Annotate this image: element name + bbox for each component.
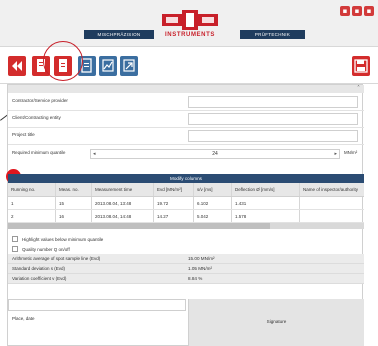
quantile-unit: MN/m² — [344, 150, 358, 155]
col-meas-no[interactable]: Meas. no. — [56, 183, 92, 196]
table-horizontal-scrollbar[interactable] — [8, 223, 364, 229]
brand-logo: INSTRUMENTS — [160, 10, 220, 46]
table-row[interactable]: 1 15 2013.08.04, 13:48 19.72 6.102 1.431 — [8, 197, 364, 210]
minimize-button[interactable]: ▪ — [340, 6, 350, 16]
save-button[interactable] — [352, 56, 370, 76]
panel-collapse-bar[interactable]: ˄ — [8, 85, 364, 93]
logo-text: INSTRUMENTS — [165, 32, 215, 38]
stat-label: Standard deviation s (Evd) — [12, 266, 66, 271]
report-panel: ˄ Contractor/Service provider Client/Con… — [6, 84, 364, 346]
highlight-option[interactable]: Highlight values below minimum quantile — [12, 235, 103, 243]
maximize-button[interactable]: ▪ — [352, 6, 362, 16]
form-row-client: Client/Contracting entity — [8, 111, 364, 128]
signature-box[interactable]: Signature — [188, 299, 364, 346]
collapse-chevron-icon[interactable]: ˄ — [357, 85, 360, 93]
client-input[interactable] — [188, 113, 358, 125]
cell-running-no: 2 — [8, 210, 56, 222]
statistics-block: Arithmetic average of spot sample line (… — [8, 254, 364, 284]
nav-tab-mischprazision[interactable]: MISCHPRÄZISION — [84, 30, 154, 39]
share-icon — [123, 59, 135, 72]
modify-columns-button[interactable]: Modify columns — [8, 174, 364, 183]
col-deflection[interactable]: Deflection Ø [mm/s] — [232, 183, 300, 196]
quantile-stepper[interactable]: ◂ 24 ▸ — [90, 149, 340, 159]
table-header: Running no. Meas. no. Measurement time E… — [8, 183, 364, 197]
increment-arrow-icon[interactable]: ▸ — [334, 150, 337, 159]
project-input[interactable] — [188, 130, 358, 142]
app-header: ▪ ▪ ▪ MISCHPRÄZISION PRÜFTECHNIK INSTRUM… — [0, 0, 378, 46]
stat-label: Arithmetic average of spot sample line (… — [12, 256, 101, 261]
form-row-project: Project title — [8, 128, 364, 145]
cell-evd: 19.72 — [154, 197, 194, 209]
cell-sv: 5.042 — [194, 210, 232, 222]
nav-tab-pruftechnik[interactable]: PRÜFTECHNIK — [240, 30, 305, 39]
cell-inspector — [300, 197, 364, 209]
window-controls: ▪ ▪ ▪ — [340, 6, 374, 16]
quantile-value: 24 — [212, 151, 218, 157]
signature-label: Signature — [266, 319, 287, 324]
place-date-input[interactable] — [8, 299, 186, 311]
close-button[interactable]: ▪ — [364, 6, 374, 16]
contractor-input[interactable] — [188, 96, 358, 108]
floppy-disk-icon — [354, 59, 368, 73]
cell-meas-no: 16 — [56, 210, 92, 222]
stat-row-average: Arithmetic average of spot sample line (… — [8, 254, 364, 264]
quantile-label: Required minimum quantile — [12, 150, 66, 155]
cell-sv: 6.102 — [194, 197, 232, 209]
stat-row-deviation: Standard deviation s (Evd) 1.05 MN/m² — [8, 264, 364, 274]
cell-meas-no: 15 — [56, 197, 92, 209]
cell-inspector — [300, 210, 364, 222]
cell-deflection: 1.578 — [232, 210, 300, 222]
cell-measurement-time: 2013.08.04, 13:48 — [92, 197, 154, 209]
highlight-label: Highlight values below minimum quantile — [22, 236, 104, 242]
chart-button[interactable] — [99, 56, 117, 76]
stat-value: 15.00 MN/m² — [188, 256, 215, 261]
back-button[interactable] — [8, 56, 26, 76]
quantile-row: Required minimum quantile ◂ 24 ▸ MN/m² — [8, 147, 364, 159]
col-inspector[interactable]: Name of inspector/authority — [300, 183, 364, 196]
quality-checkbox[interactable] — [12, 246, 18, 252]
contractor-label: Contractor/Service provider — [12, 98, 68, 103]
stat-row-variation: Variation coefficient v (Evd) 8.84 % — [8, 274, 364, 284]
cell-evd: 14.27 — [154, 210, 194, 222]
chart-icon — [102, 59, 114, 72]
stat-value: 1.05 MN/m² — [188, 266, 212, 271]
cell-measurement-time: 2013.08.04, 14:48 — [92, 210, 154, 222]
quality-option[interactable]: Quality number Q on/off — [12, 245, 70, 253]
quality-label: Quality number Q on/off — [22, 246, 70, 252]
form-row-contractor: Contractor/Service provider — [8, 94, 364, 111]
cell-running-no: 1 — [8, 197, 56, 209]
stat-value: 8.84 % — [188, 276, 203, 281]
measurements-table: Running no. Meas. no. Measurement time E… — [8, 183, 364, 229]
col-running-no[interactable]: Running no. — [8, 183, 56, 196]
table-row[interactable]: 2 16 2013.08.04, 14:48 14.27 5.042 1.578 — [8, 210, 364, 223]
col-sv[interactable]: s/v [ms] — [194, 183, 232, 196]
logo-mark — [162, 10, 218, 30]
stat-label: Variation coefficient v (Evd) — [12, 276, 67, 281]
cell-deflection: 1.431 — [232, 197, 300, 209]
scrollbar-thumb[interactable] — [8, 223, 270, 229]
back-double-arrow-icon — [12, 61, 22, 71]
share-button[interactable] — [120, 56, 138, 76]
project-label: Project title — [12, 132, 35, 137]
signature-area: Place, date Signature — [8, 299, 364, 346]
client-label: Client/Contracting entity — [12, 115, 61, 120]
highlight-callout-circle — [43, 41, 83, 81]
highlight-checkbox[interactable] — [12, 236, 18, 242]
col-measurement-time[interactable]: Measurement time — [92, 183, 154, 196]
place-date-label: Place, date — [12, 316, 35, 321]
col-evd[interactable]: Evd [MN/m²] — [154, 183, 194, 196]
